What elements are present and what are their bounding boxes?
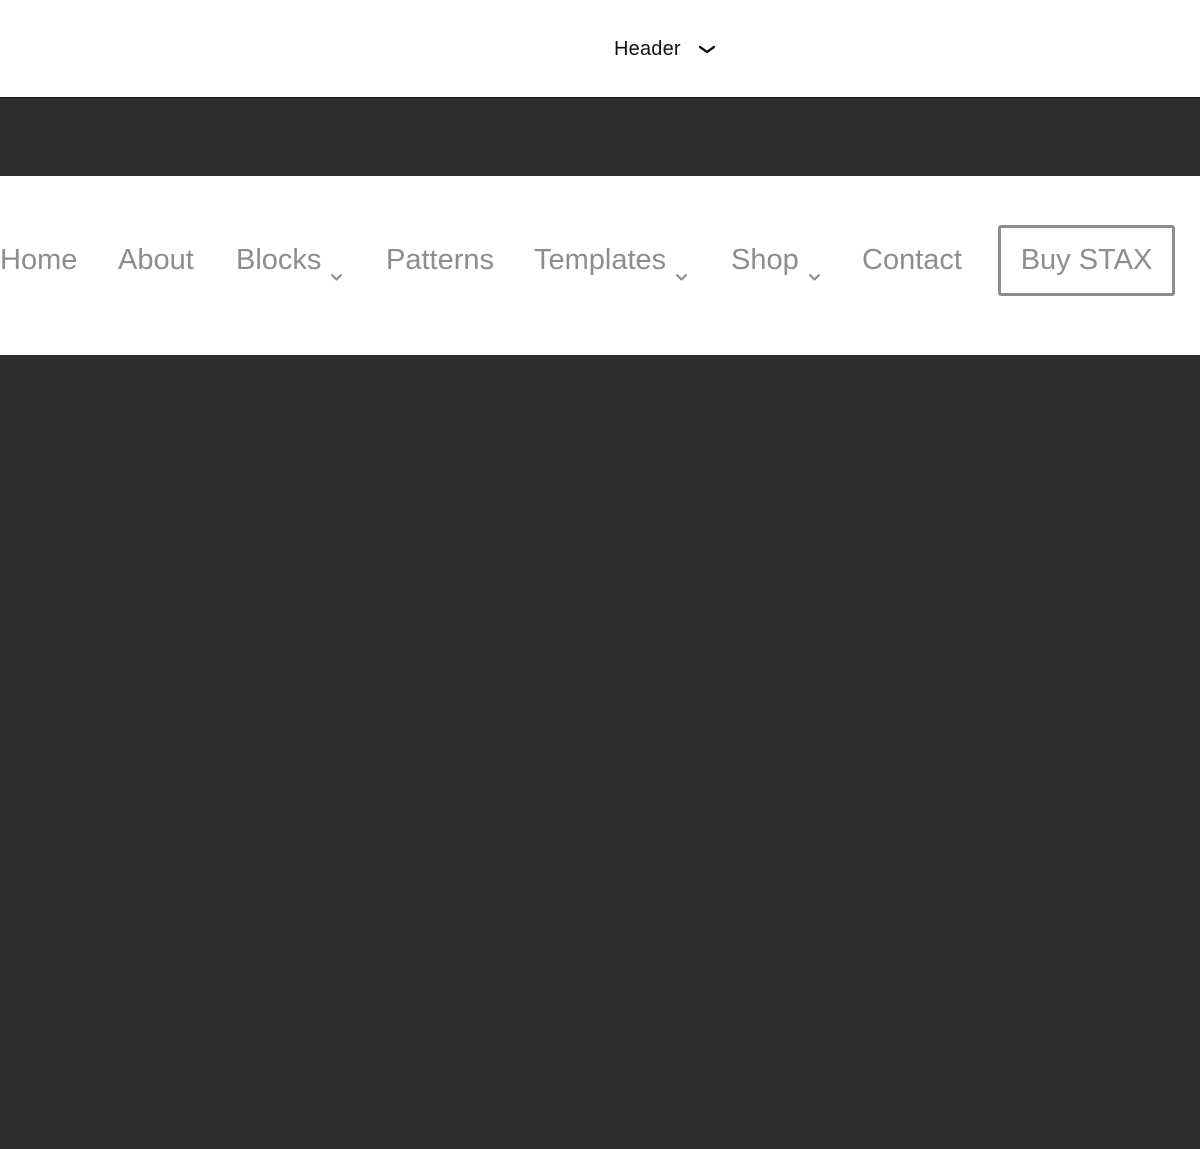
buy-stax-button[interactable]: Buy STAX xyxy=(998,225,1175,296)
nav-item-label: Contact xyxy=(862,243,962,276)
nav-item-patterns[interactable]: Patterns xyxy=(386,242,494,278)
nav-item-label: Templates xyxy=(534,243,667,276)
nav-item-shop[interactable]: Shop xyxy=(731,242,821,281)
nav-item-label: Blocks xyxy=(236,243,322,276)
submenu-chevron-icon[interactable] xyxy=(330,257,343,281)
main-navigation: Home About Blocks Patterns Templates Sho… xyxy=(0,176,1200,355)
template-part-label: Header xyxy=(614,37,681,60)
buy-stax-label: Buy STAX xyxy=(1020,244,1153,276)
chevron-down-icon xyxy=(697,42,717,56)
nav-item-label: Patterns xyxy=(386,243,494,276)
nav-item-about[interactable]: About xyxy=(118,242,194,278)
nav-item-blocks[interactable]: Blocks xyxy=(236,242,343,281)
nav-item-templates[interactable]: Templates xyxy=(534,242,688,281)
template-part-selector[interactable]: Header xyxy=(614,36,717,62)
nav-item-label: Home xyxy=(0,243,78,276)
nav-item-contact[interactable]: Contact xyxy=(862,242,962,278)
submenu-chevron-icon[interactable] xyxy=(675,257,688,281)
header-top-spacer xyxy=(0,98,1200,176)
header-content-area xyxy=(0,355,1200,1149)
editor-top-bar: Header xyxy=(0,0,1200,98)
nav-item-label: Shop xyxy=(731,243,799,276)
header-navigation-panel: Home About Blocks Patterns Templates Sho… xyxy=(0,176,1200,355)
submenu-chevron-icon[interactable] xyxy=(808,257,821,281)
nav-item-home[interactable]: Home xyxy=(0,242,77,278)
nav-item-label: About xyxy=(118,243,194,276)
